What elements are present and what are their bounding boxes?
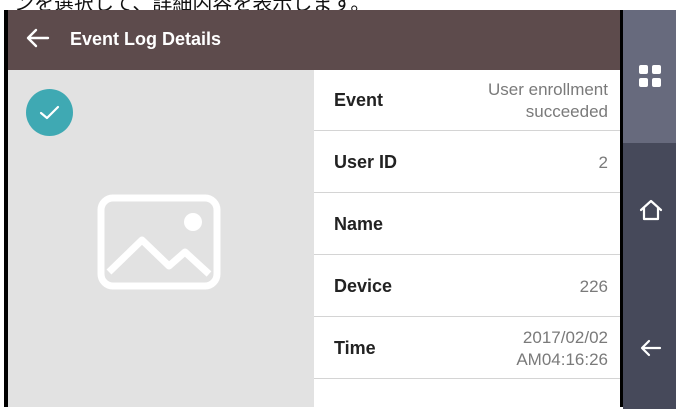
arrow-left-icon[interactable] bbox=[24, 24, 52, 52]
user-photo-panel bbox=[8, 70, 314, 407]
event-details-list: Event User enrollment succeeded User ID … bbox=[314, 70, 620, 407]
detail-row-event: Event User enrollment succeeded bbox=[314, 70, 620, 131]
header-bar: Event Log Details bbox=[8, 10, 620, 70]
detail-row-time: Time 2017/02/02 AM04:16:26 bbox=[314, 318, 620, 379]
detail-value: User enrollment succeeded bbox=[488, 79, 608, 121]
detail-label: User ID bbox=[334, 152, 398, 172]
success-badge bbox=[26, 89, 73, 136]
detail-row-name: Name bbox=[314, 194, 620, 255]
arrow-left-icon bbox=[640, 339, 662, 357]
page-caption: ンを選択して、詳細内容を表示します。 bbox=[0, 0, 676, 10]
apps-grid-icon bbox=[639, 65, 661, 87]
caption-text: ンを選択して、詳細内容を表示します。 bbox=[14, 0, 370, 10]
home-button[interactable] bbox=[623, 143, 676, 276]
apps-button[interactable] bbox=[623, 10, 676, 143]
image-placeholder-icon bbox=[97, 194, 221, 290]
detail-row-device: Device 226 bbox=[314, 256, 620, 317]
detail-label: Device bbox=[334, 276, 393, 296]
home-icon bbox=[639, 199, 663, 221]
detail-label: Time bbox=[334, 338, 376, 358]
detail-value: 226 bbox=[579, 276, 608, 296]
side-navigation bbox=[623, 10, 676, 409]
event-log-details-screen: Event Log Details Event User enrollment … bbox=[8, 10, 620, 407]
detail-value: 2017/02/02 AM04:16:26 bbox=[516, 327, 608, 369]
page-title: Event Log Details bbox=[70, 29, 222, 49]
back-button[interactable] bbox=[623, 276, 676, 409]
detail-value: 2 bbox=[598, 152, 608, 172]
detail-label: Name bbox=[334, 214, 384, 234]
check-icon bbox=[39, 105, 60, 120]
detail-row-user-id: User ID 2 bbox=[314, 132, 620, 193]
detail-value bbox=[438, 194, 608, 255]
detail-label: Event bbox=[334, 90, 384, 110]
